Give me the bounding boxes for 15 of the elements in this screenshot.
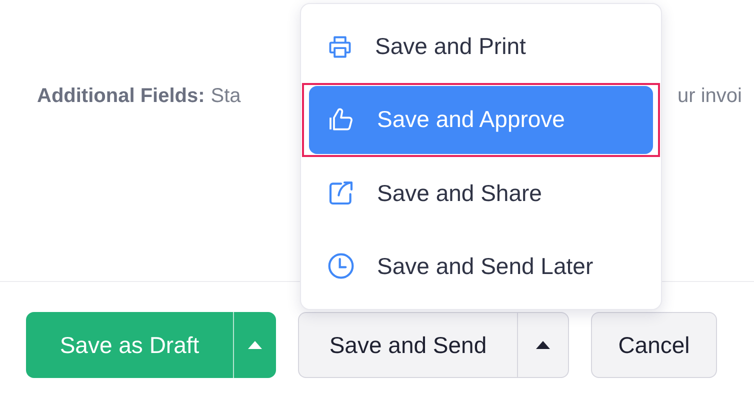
menu-item[interactable]: Save and Print: [309, 12, 653, 81]
dropdown-button[interactable]: [233, 312, 276, 378]
field-text: Sta: [210, 85, 241, 108]
cancel-button[interactable]: Cancel: [591, 312, 717, 378]
clock-icon: [327, 252, 355, 280]
menu-item[interactable]: Save and Share: [309, 159, 653, 228]
field-label: Additional Fields:: [37, 85, 205, 108]
share-icon: [327, 179, 355, 208]
dropdown-button[interactable]: [517, 312, 569, 378]
caret-up-icon: [536, 341, 550, 349]
menu-item[interactable]: Save and Send Later: [309, 232, 653, 300]
field-text: ur invoi: [678, 85, 742, 108]
printer-icon: [327, 34, 353, 60]
caret-up-icon: [248, 341, 262, 349]
save-and-send-button[interactable]: Save and Send: [298, 312, 517, 378]
